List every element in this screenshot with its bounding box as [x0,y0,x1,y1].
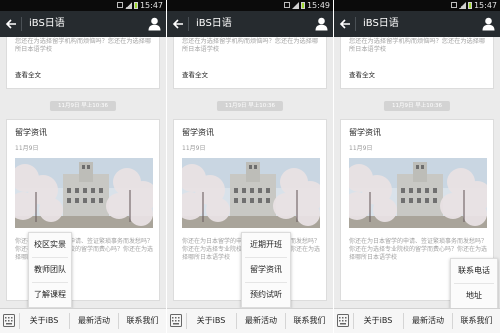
article-date: 11月9日 [15,145,39,152]
tab-contact[interactable]: 联系我们 [453,309,500,333]
notification-icon [117,2,123,8]
keyboard-icon[interactable] [3,314,15,327]
tab-latest-events[interactable]: 最新活动 [237,309,285,333]
app-title: iBS日语 [196,18,232,29]
keyboard-icon[interactable] [337,314,349,327]
status-bar: 15:47 [0,0,166,11]
read-more-link[interactable]: 查看全文 [349,69,375,79]
back-arrow-icon[interactable] [172,18,184,30]
article-date: 11月9日 [349,145,373,152]
battery-icon [468,2,472,9]
title-bar: iBS日语 [334,11,500,37]
tab-about[interactable]: 关于iBS [20,309,68,333]
menu-item-book-trial[interactable]: 预约试听 [242,283,290,307]
menu-item-upcoming-classes[interactable]: 近期开班 [242,233,290,257]
article-snippet: 您还在为选择留学机构而烦恼吗？您还在为选择哪所日本语学校 [349,38,486,53]
person-icon[interactable] [482,17,495,31]
bottom-menu-bar: 关于iBS 最新活动 联系我们 [0,308,166,333]
campus-photo [349,158,487,228]
message-date: 11月9日 早上10:36 [49,101,117,111]
article-title: 留学资讯 [349,128,381,137]
menu-item-teachers[interactable]: 教师团队 [29,258,71,282]
submenu-contact: 联系电话 地址 [450,258,498,309]
signal-icon [125,2,132,9]
tab-latest-events[interactable]: 最新活动 [70,309,118,333]
article-title: 留学资讯 [15,128,47,137]
phone-screen-1: 15:47 iBS日语 您还在为选择留学机构而烦恼吗？您还在为选择哪所日本语学校… [0,0,166,333]
previous-article-card[interactable]: 您还在为选择留学机构而烦恼吗？您还在为选择哪所日本语学校 查看全文 [340,37,494,89]
title-bar: iBS日语 [167,11,333,37]
status-time: 15:47 [473,1,497,10]
phone-screen-2: 15:49 iBS日语 您还在为选择留学机构而烦恼吗？您还在为选择哪所日本语学校… [167,0,333,333]
keyboard-icon[interactable] [170,314,182,327]
tab-about[interactable]: 关于iBS [354,309,402,333]
signal-icon [459,2,466,9]
article-snippet: 您还在为选择留学机构而烦恼吗？您还在为选择哪所日本语学校 [15,38,152,53]
tab-latest-events[interactable]: 最新活动 [404,309,452,333]
battery-icon [301,2,305,9]
menu-item-campus[interactable]: 校区实景 [29,233,71,257]
notification-icon [284,2,290,8]
signal-icon [292,2,299,9]
back-arrow-icon[interactable] [339,18,351,30]
battery-icon [134,2,138,9]
tab-contact[interactable]: 联系我们 [119,309,166,333]
bottom-menu-bar: 关于iBS 最新活动 联系我们 [167,308,333,333]
menu-item-study-abroad-news[interactable]: 留学资讯 [242,258,290,282]
back-arrow-icon[interactable] [5,18,17,30]
tab-about[interactable]: 关于iBS [187,309,235,333]
message-date: 11月9日 早上10:36 [216,101,284,111]
notification-icon [451,2,457,8]
submenu-latest-events: 近期开班 留学资讯 预约试听 [241,232,291,308]
read-more-link[interactable]: 查看全文 [182,69,208,79]
bottom-menu-bar: 关于iBS 最新活动 联系我们 [334,308,500,333]
status-bar: 15:47 [334,0,500,11]
app-title: iBS日语 [363,18,399,29]
status-time: 15:49 [306,1,330,10]
campus-photo [15,158,153,228]
article-title: 留学资讯 [182,128,214,137]
campus-photo [182,158,320,228]
menu-item-courses[interactable]: 了解课程 [29,283,71,307]
message-date: 11月9日 早上10:36 [383,101,451,111]
person-icon[interactable] [315,17,328,31]
menu-item-address[interactable]: 地址 [451,284,497,308]
previous-article-card[interactable]: 您还在为选择留学机构而烦恼吗？您还在为选择哪所日本语学校 查看全文 [173,37,327,89]
menu-item-phone[interactable]: 联系电话 [451,259,497,283]
phone-screen-3: 15:47 iBS日语 您还在为选择留学机构而烦恼吗？您还在为选择哪所日本语学校… [334,0,500,333]
tab-contact[interactable]: 联系我们 [286,309,333,333]
app-title: iBS日语 [29,18,65,29]
person-icon[interactable] [148,17,161,31]
title-bar: iBS日语 [0,11,166,37]
read-more-link[interactable]: 查看全文 [15,69,41,79]
previous-article-card[interactable]: 您还在为选择留学机构而烦恼吗？您还在为选择哪所日本语学校 查看全文 [6,37,160,89]
submenu-about: 校区实景 教师团队 了解课程 [28,232,72,308]
article-date: 11月9日 [182,145,206,152]
status-time: 15:47 [139,1,163,10]
article-snippet: 您还在为选择留学机构而烦恼吗？您还在为选择哪所日本语学校 [182,38,319,53]
status-bar: 15:49 [167,0,333,11]
